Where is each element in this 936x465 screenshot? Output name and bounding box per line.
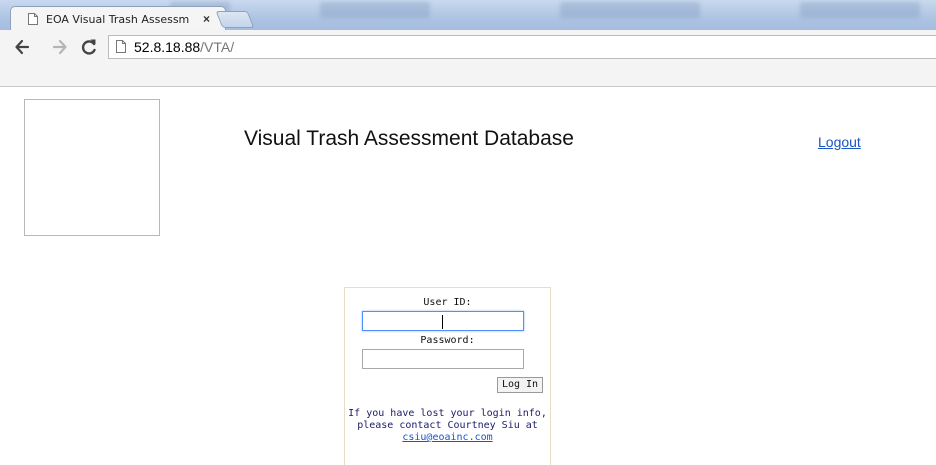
url-host: 52.8.18.88 xyxy=(134,39,201,55)
page-title: Visual Trash Assessment Database xyxy=(244,127,574,150)
background-window-blur xyxy=(560,2,700,18)
help-line: If you have lost your login info, xyxy=(348,408,547,419)
browser-titlebar: EOA Visual Trash Assessm × xyxy=(0,0,936,30)
background-window-blur xyxy=(800,2,920,18)
back-arrow-icon[interactable] xyxy=(14,35,30,65)
contact-email-link[interactable]: csiu@eoainc.com xyxy=(402,432,492,443)
close-tab-icon[interactable]: × xyxy=(203,12,210,26)
address-bar[interactable]: 52.8.18.88/VTA/ xyxy=(108,35,936,59)
url-text: 52.8.18.88/VTA/ xyxy=(134,39,234,56)
user-id-input[interactable] xyxy=(362,311,524,331)
logo-placeholder xyxy=(24,99,160,236)
text-caret xyxy=(442,315,443,329)
browser-window: EOA Visual Trash Assessm × 52.8.18.88/VT… xyxy=(0,0,936,465)
login-button[interactable]: Log In xyxy=(497,377,543,393)
logout-link[interactable]: Logout xyxy=(818,133,861,151)
tab-title: EOA Visual Trash Assessm xyxy=(46,13,190,26)
password-input[interactable] xyxy=(362,349,524,369)
reload-icon[interactable] xyxy=(80,35,98,65)
new-tab-button[interactable] xyxy=(215,11,255,28)
page-content: Visual Trash Assessment Database Logout … xyxy=(0,87,936,465)
user-id-label: User ID: xyxy=(423,297,472,308)
login-help-text: If you have lost your login info, please… xyxy=(345,408,550,444)
url-path: /VTA/ xyxy=(200,39,235,55)
page-icon xyxy=(116,40,126,53)
browser-toolbar: 52.8.18.88/VTA/ xyxy=(0,30,936,87)
background-window-blur xyxy=(320,2,430,18)
help-line: please contact Courtney Siu at xyxy=(357,420,538,431)
login-form: User ID: Password: Log In If you have lo… xyxy=(344,287,551,465)
browser-tab-active[interactable]: EOA Visual Trash Assessm × xyxy=(10,6,226,30)
password-label: Password: xyxy=(420,335,475,346)
forward-arrow-icon[interactable] xyxy=(52,35,68,65)
page-icon xyxy=(28,13,38,25)
